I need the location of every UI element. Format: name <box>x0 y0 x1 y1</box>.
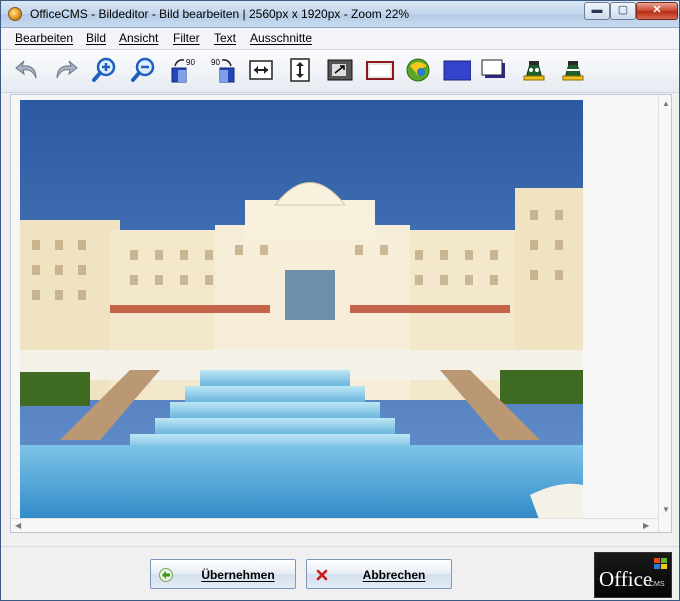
title-bar[interactable]: OfficeCMS - Bildeditor - Bild bearbeiten… <box>1 1 679 28</box>
minimize-button[interactable]: ▬ <box>584 2 610 20</box>
editor-window: OfficeCMS - Bildeditor - Bild bearbeiten… <box>0 0 680 601</box>
rotate-left-label: 90 <box>186 58 195 67</box>
undo-button[interactable] <box>13 55 43 85</box>
flip-vertical-button[interactable] <box>285 55 315 85</box>
cancel-x-icon <box>316 569 328 581</box>
officecms-logo: Office CMS <box>594 552 672 598</box>
shadow-frame-icon <box>481 59 505 78</box>
scroll-down-icon[interactable]: ▼ <box>662 505 670 514</box>
zoom-out-button[interactable] <box>129 55 159 85</box>
flip-horizontal-button[interactable] <box>246 55 276 85</box>
filter-add-icon <box>523 61 545 81</box>
color-adjust-button[interactable] <box>403 55 433 85</box>
image-canvas[interactable]: ▲ ▼ ◀ ▶ <box>10 94 672 533</box>
logo-word: Office <box>599 567 653 591</box>
zoom-in-icon <box>92 57 116 82</box>
resize-button[interactable] <box>325 55 355 85</box>
cancel-button[interactable]: Abbrechen <box>306 559 452 589</box>
windows-flag-icon <box>654 558 667 569</box>
filter-add-button[interactable] <box>519 55 549 85</box>
rotate-left-button[interactable]: 90 <box>168 55 198 85</box>
filter-remove-icon <box>562 61 584 81</box>
menu-bild[interactable]: Bild <box>86 31 106 45</box>
rotate-right-90-icon: 90 <box>211 58 235 83</box>
rotate-left-90-icon: 90 <box>171 58 195 83</box>
vertical-scrollbar[interactable]: ▲ ▼ <box>658 95 671 532</box>
menu-bar: Bearbeiten Bild Ansicht Filter Text Auss… <box>1 28 679 50</box>
close-button[interactable]: ✕ <box>636 2 678 20</box>
menu-bearbeiten[interactable]: Bearbeiten <box>15 31 73 45</box>
resize-icon <box>327 59 353 81</box>
scroll-up-icon[interactable]: ▲ <box>662 99 670 108</box>
action-bar: Übernehmen Abbrechen <box>1 546 679 600</box>
redo-button[interactable] <box>50 55 80 85</box>
apply-label: Übernehmen <box>201 568 275 582</box>
logo-sub: CMS <box>649 581 665 588</box>
shadow-frame-button[interactable] <box>479 55 509 85</box>
scroll-left-icon[interactable]: ◀ <box>15 521 21 530</box>
filter-remove-button[interactable] <box>558 55 588 85</box>
menu-filter[interactable]: Filter <box>173 31 200 45</box>
redo-icon <box>56 60 78 79</box>
app-icon <box>8 7 22 21</box>
edited-image[interactable] <box>20 100 583 522</box>
apply-button[interactable]: Übernehmen <box>150 559 296 589</box>
fill-color-icon <box>443 60 471 81</box>
cancel-label: Abbrechen <box>362 568 426 582</box>
maximize-button[interactable]: ▢ <box>610 2 636 20</box>
hotel-pool-photo <box>20 100 583 522</box>
rotate-right-label: 90 <box>211 58 220 67</box>
color-adjust-icon <box>406 58 430 82</box>
scroll-right-icon[interactable]: ▶ <box>643 521 649 530</box>
zoom-in-button[interactable] <box>90 55 120 85</box>
toolbar: 90 90 <box>1 50 679 93</box>
rotate-right-button[interactable]: 90 <box>208 55 238 85</box>
border-frame-button[interactable] <box>365 55 395 85</box>
zoom-out-icon <box>131 57 155 82</box>
menu-ansicht[interactable]: Ansicht <box>119 31 158 45</box>
apply-arrow-icon <box>159 568 173 582</box>
flip-horizontal-icon <box>249 60 273 80</box>
undo-icon <box>15 60 37 79</box>
menu-text[interactable]: Text <box>214 31 236 45</box>
menu-ausschnitte[interactable]: Ausschnitte <box>250 31 312 45</box>
flip-vertical-icon <box>290 58 310 82</box>
border-frame-icon <box>366 61 394 80</box>
fill-color-button[interactable] <box>442 55 472 85</box>
window-title: OfficeCMS - Bildeditor - Bild bearbeiten… <box>30 7 410 21</box>
horizontal-scrollbar[interactable]: ◀ ▶ <box>11 518 658 532</box>
